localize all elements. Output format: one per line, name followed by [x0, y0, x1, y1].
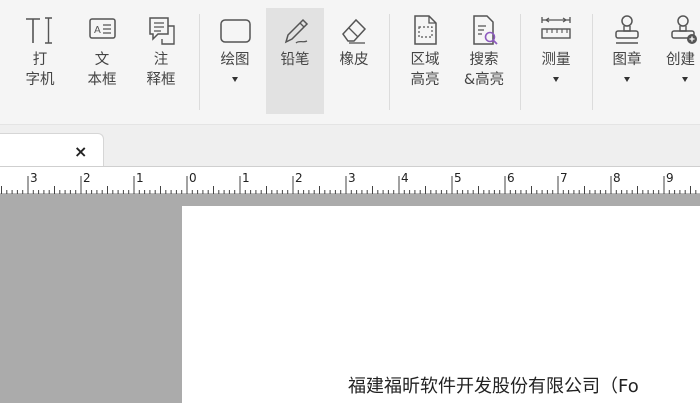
ruler-label: 4	[401, 171, 409, 185]
textbox-label-1: 文	[94, 52, 110, 68]
measure-label: 测量	[541, 52, 571, 68]
stamp-icon	[610, 10, 644, 50]
ruler-label: 0	[189, 171, 197, 185]
typewriter-label-1: 打	[32, 52, 48, 68]
ruler-label: 5	[454, 171, 462, 185]
textbox-button[interactable]: A 文 本框	[82, 8, 122, 114]
area-highlight-label-1: 区域	[410, 52, 440, 68]
ruler-label: 1	[136, 171, 144, 185]
document-tab-bar: ×	[0, 124, 700, 167]
eraser-button[interactable]: 橡皮	[334, 8, 374, 114]
typewriter-button[interactable]: 打 字机	[20, 8, 60, 114]
ruler-label: 2	[83, 171, 91, 185]
ruler-label: 8	[613, 171, 621, 185]
ruler-scale: 3 2 1 0 1 2 3 4 5 6 7 8 9	[1, 171, 697, 194]
canvas-margin-left	[0, 194, 182, 403]
ruler-label: 7	[560, 171, 568, 185]
callout-label-1: 注	[153, 52, 169, 68]
create-stamp-icon	[666, 10, 700, 50]
pencil-label: 铅笔	[280, 52, 310, 68]
typewriter-label-2: 字机	[25, 72, 55, 88]
search-highlight-label-2: &高亮	[463, 72, 505, 88]
ruler-label: 2	[295, 171, 303, 185]
ruler-label: 1	[242, 171, 250, 185]
chevron-down-icon[interactable]	[553, 77, 559, 82]
textbox-label-2: 本框	[87, 72, 117, 88]
horizontal-ruler: 3 2 1 0 1 2 3 4 5 6 7 8 9	[0, 166, 700, 194]
search-highlight-icon	[467, 10, 501, 50]
company-name-text: 福建福昕软件开发股份有限公司（Fo	[348, 376, 639, 397]
ruler-label: 6	[507, 171, 515, 185]
area-highlight-icon	[408, 10, 442, 50]
eraser-label: 橡皮	[339, 52, 369, 68]
ribbon-separator	[520, 14, 521, 110]
textbox-icon: A	[85, 10, 119, 50]
search-highlight-label-1: 搜索	[469, 52, 499, 68]
svg-text:A: A	[94, 25, 101, 36]
area-highlight-label-2: 高亮	[410, 72, 440, 88]
eraser-icon	[337, 10, 371, 50]
callout-label-2: 释框	[146, 72, 176, 88]
rectangle-icon	[218, 10, 252, 50]
pencil-button[interactable]: 铅笔	[266, 8, 324, 114]
drawing-label: 绘图	[220, 52, 250, 68]
callout-icon	[144, 10, 178, 50]
ruler-label: 3	[30, 171, 38, 185]
ribbon-separator	[592, 14, 593, 110]
chevron-down-icon[interactable]	[232, 77, 238, 82]
drawing-button[interactable]: 绘图	[214, 8, 256, 114]
stamp-button[interactable]: 图章	[606, 8, 648, 114]
measure-button[interactable]: 测量	[534, 8, 578, 114]
ribbon-toolbar: 打 字机 A 文 本框 注 释框 绘图 铅笔 橡皮 区域 高亮 搜索 &高亮 测…	[0, 0, 700, 124]
callout-button[interactable]: 注 释框	[141, 8, 181, 114]
ruler-icon	[539, 10, 573, 50]
pencil-icon	[278, 10, 312, 50]
document-tab[interactable]: ×	[0, 133, 104, 167]
create-stamp-label: 创建	[666, 52, 695, 68]
area-highlight-button[interactable]: 区域 高亮	[405, 8, 445, 114]
typewriter-icon	[23, 10, 57, 50]
ribbon-separator	[199, 14, 200, 110]
close-tab-icon[interactable]: ×	[74, 142, 87, 161]
ribbon-separator	[389, 14, 390, 110]
ruler-label: 9	[666, 171, 674, 185]
chevron-down-icon[interactable]	[682, 77, 688, 82]
create-stamp-button[interactable]: 创建	[666, 8, 700, 114]
stamp-label: 图章	[612, 52, 642, 68]
chevron-down-icon[interactable]	[624, 77, 630, 82]
ruler-label: 3	[348, 171, 356, 185]
search-highlight-button[interactable]: 搜索 &高亮	[461, 8, 507, 114]
